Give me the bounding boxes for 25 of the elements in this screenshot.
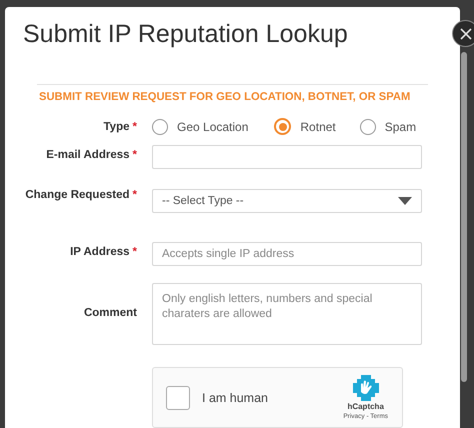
- field-label: E-mail Address: [46, 149, 130, 161]
- radio-option[interactable]: Geo Location: [152, 118, 248, 134]
- comment-field[interactable]: Only english letters, numbers and special charaters are allowed: [152, 283, 422, 345]
- required-marker: *: [132, 189, 137, 201]
- checkbox[interactable]: [166, 386, 190, 410]
- field-label: IP Address: [70, 246, 130, 258]
- field-label: Type: [104, 120, 130, 132]
- field-label: Comment: [84, 307, 137, 319]
- field-label: Change Requested: [25, 189, 130, 201]
- input-field[interactable]: [152, 145, 422, 169]
- select-dropdown[interactable]: -- Select Type --: [152, 189, 422, 213]
- required-marker: *: [132, 120, 137, 132]
- hand-logo-icon: [352, 375, 379, 401]
- captcha-brand: hCaptcha: [347, 402, 384, 411]
- captcha-label: I am human: [202, 390, 270, 404]
- required-marker: *: [132, 246, 137, 258]
- dialog-title: Submit IP Reputation Lookup: [22, 19, 349, 50]
- caret-icon: [398, 197, 412, 205]
- radio-option[interactable]: Spam: [360, 118, 416, 134]
- section-heading: SUBMIT REVIEW REQUEST FOR GEO LOCATION, BOTNET, OR SPAM: [38, 90, 412, 105]
- input-field[interactable]: Accepts single IP address: [152, 242, 422, 266]
- required-marker: *: [132, 149, 137, 161]
- close-icon: [460, 28, 472, 40]
- radio-option[interactable]: Rotnet: [274, 118, 336, 135]
- scrollbar[interactable]: [461, 52, 467, 382]
